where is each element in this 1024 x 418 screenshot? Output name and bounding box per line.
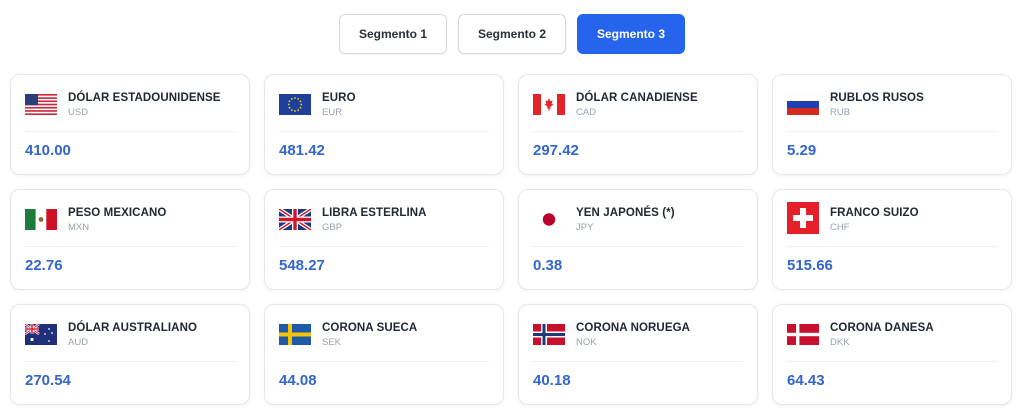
canada-flag-icon (533, 94, 565, 115)
currency-code: MXN (68, 222, 90, 233)
exchange-rate-value: 22.76 (25, 257, 63, 274)
exchange-rate-value: 44.08 (279, 372, 317, 389)
currency-card-gbp: LIBRA ESTERLINA GBP 548.27 (264, 189, 504, 290)
currency-card-rub: RUBLOS RUSOS RUB 5.29 (772, 74, 1012, 175)
uk-flag-icon (279, 209, 311, 230)
currency-code: CHF (830, 222, 850, 233)
exchange-rate-value: 548.27 (279, 257, 325, 274)
currency-name: FRANCO SUIZO (830, 207, 919, 219)
currency-name: DÓLAR ESTADOUNIDENSE (68, 92, 221, 104)
exchange-rate-value: 64.43 (787, 372, 825, 389)
currency-card-mxn: PESO MEXICANO MXN 22.76 (10, 189, 250, 290)
currency-card-eur: EURO EUR 481.42 (264, 74, 504, 175)
exchange-rate-value: 0.38 (533, 257, 563, 274)
us-flag-icon (25, 94, 57, 115)
currency-code: SEK (322, 337, 342, 348)
currency-card-cad: DÓLAR CANADIENSE CAD 297.42 (518, 74, 758, 175)
exchange-rate-value: 481.42 (279, 142, 325, 159)
eu-flag-icon (279, 94, 311, 115)
currency-name: CORONA NORUEGA (576, 322, 691, 334)
currency-card-aud: DÓLAR AUSTRALIANO AUD 270.54 (10, 304, 250, 405)
currency-code: JPY (576, 222, 594, 233)
currency-name: LIBRA ESTERLINA (322, 207, 427, 219)
australia-flag-icon (25, 324, 57, 345)
exchange-rate-value: 270.54 (25, 372, 71, 389)
denmark-flag-icon (787, 324, 819, 345)
exchange-rate-value: 410.00 (25, 142, 71, 159)
currency-card-nok: CORONA NORUEGA NOK 40.18 (518, 304, 758, 405)
currency-grid: DÓLAR ESTADOUNIDENSE USD 410.00 EURO EUR… (10, 74, 1014, 405)
currency-code: GBP (322, 222, 343, 233)
currency-card-chf: FRANCO SUIZO CHF 515.66 (772, 189, 1012, 290)
exchange-rate-value: 297.42 (533, 142, 579, 159)
currency-code: NOK (576, 337, 597, 348)
exchange-rate-value: 40.18 (533, 372, 571, 389)
segment-2-button[interactable]: Segmento 2 (458, 14, 566, 54)
segment-selector: Segmento 1 Segmento 2 Segmento 3 (0, 14, 1024, 54)
currency-name: CORONA DANESA (830, 322, 934, 334)
currency-card-jpy: YEN JAPONÉS (*) JPY 0.38 (518, 189, 758, 290)
currency-name: CORONA SUECA (322, 322, 418, 334)
currency-code: DKK (830, 337, 850, 348)
currency-card-sek: CORONA SUECA SEK 44.08 (264, 304, 504, 405)
currency-card-usd: DÓLAR ESTADOUNIDENSE USD 410.00 (10, 74, 250, 175)
currency-name: PESO MEXICANO (68, 207, 167, 219)
segment-1-button[interactable]: Segmento 1 (339, 14, 447, 54)
currency-name: DÓLAR CANADIENSE (576, 92, 698, 104)
currency-name: RUBLOS RUSOS (830, 92, 924, 104)
currency-code: RUB (830, 107, 851, 118)
exchange-rate-value: 515.66 (787, 257, 833, 274)
currency-code: CAD (576, 107, 597, 118)
currency-code: USD (68, 107, 89, 118)
norway-flag-icon (533, 324, 565, 345)
currency-name: DÓLAR AUSTRALIANO (68, 322, 198, 334)
currency-card-dkk: CORONA DANESA DKK 64.43 (772, 304, 1012, 405)
sweden-flag-icon (279, 324, 311, 345)
currency-code: EUR (322, 107, 343, 118)
russia-flag-icon (787, 94, 819, 115)
segment-3-button[interactable]: Segmento 3 (577, 14, 685, 54)
mexico-flag-icon (25, 209, 57, 230)
currency-code: AUD (68, 337, 89, 348)
exchange-rate-value: 5.29 (787, 142, 817, 159)
switzerland-flag-icon (787, 202, 819, 234)
currency-name: YEN JAPONÉS (*) (576, 207, 675, 219)
japan-flag-icon (533, 209, 565, 230)
currency-name: EURO (322, 92, 356, 104)
